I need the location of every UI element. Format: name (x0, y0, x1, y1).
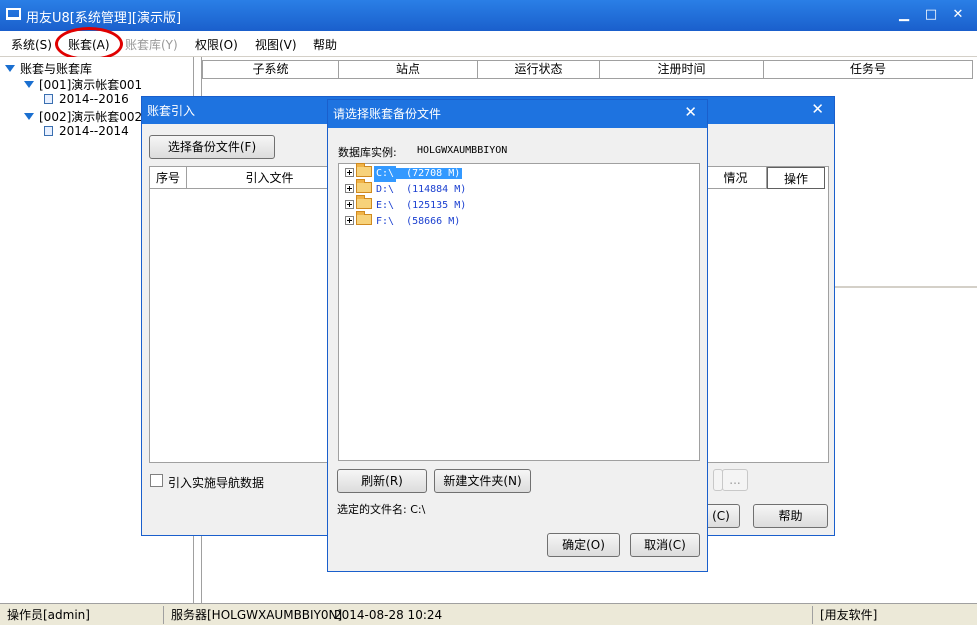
status-company: [用友软件] (820, 608, 878, 622)
drive-name: D:\ (376, 184, 395, 195)
ellipsis-button[interactable]: ... (722, 469, 748, 491)
window-title: 用友U8[系统管理][演示版] (26, 11, 182, 26)
tree-account-001[interactable]: [001]演示帐套001 (24, 76, 142, 93)
drive-name: E:\ (376, 200, 395, 211)
file-dialog-titlebar[interactable]: 请选择账套备份文件 ✕ (328, 100, 707, 128)
drive-name: C:\ (374, 166, 397, 182)
import-col-status: 情况 (705, 167, 767, 189)
status-divider (163, 606, 164, 624)
tree-year-label: 2014--2014 (59, 124, 129, 138)
grid-col-subsystem[interactable]: 子系统 (203, 61, 339, 78)
refresh-button[interactable]: 刷新(R) (337, 469, 427, 493)
drive-size: (58666 M) (406, 216, 461, 227)
menu-account-library[interactable]: 账套库(Y) (125, 36, 178, 53)
grid-col-register-time[interactable]: 注册时间 (600, 61, 764, 78)
tree-account-002[interactable]: [002]演示帐套002 (24, 108, 142, 125)
new-folder-button[interactable]: 新建文件夹(N) (434, 469, 531, 493)
selected-file-label: 选定的文件名: C:\ (337, 503, 426, 516)
folder-icon (356, 195, 372, 209)
grid-col-status[interactable]: 运行状态 (478, 61, 600, 78)
import-col-index: 序号 (150, 167, 187, 189)
app-monitor-icon (6, 8, 21, 20)
import-dialog-close-button[interactable]: ✕ (811, 100, 824, 118)
grid-header: 子系统 站点 运行状态 注册时间 任务号 (202, 60, 973, 79)
drive-f-node[interactable]: F:\ (58666 M) (345, 211, 462, 230)
expand-arrow-icon[interactable] (5, 65, 15, 72)
tree-account-label: [001]演示帐套001 (39, 78, 143, 92)
select-backup-file-button[interactable]: 选择备份文件(F) (149, 135, 275, 159)
status-server: 服务器[HOLGWXAUMBBIY0N] (171, 608, 343, 622)
close-button[interactable]: ✕ (947, 5, 969, 25)
grid-col-task-id[interactable]: 任务号 (764, 61, 972, 78)
db-instance-value: HOLGWXAUMBBIYON (417, 145, 508, 156)
drive-size: (72708 M) (396, 168, 463, 179)
folder-icon (356, 163, 372, 177)
status-datetime: 2014-08-28 10:24 (334, 608, 443, 622)
import-col-action: 操作 (767, 167, 825, 189)
file-dialog-title: 请选择账套备份文件 (333, 107, 442, 121)
tree-year-001[interactable]: 2014--2016 (44, 92, 129, 106)
import-guide-data-label: 引入实施导航数据 (168, 476, 265, 490)
drive-name: F:\ (376, 216, 395, 227)
ok-button[interactable]: 确定(O) (547, 533, 620, 557)
expand-plus-icon[interactable] (345, 216, 354, 225)
title-bar: 用友U8[系统管理][演示版] ▁ □ ✕ (0, 0, 977, 31)
document-icon (44, 126, 53, 136)
expand-plus-icon[interactable] (345, 168, 354, 177)
status-divider (812, 606, 813, 624)
drive-size: (114884 M) (406, 184, 467, 195)
maximize-button[interactable]: □ (920, 5, 942, 25)
menu-system[interactable]: 系统(S) (11, 36, 52, 53)
document-icon (44, 94, 53, 104)
tree-root-label: 账套与账套库 (20, 62, 93, 76)
status-bar: 操作员[admin] 服务器[HOLGWXAUMBBIY0N] 2014-08-… (0, 603, 977, 625)
menu-bar: 系统(S) 账套(A) 账套库(Y) 权限(O) 视图(V) 帮助 (0, 31, 977, 57)
expand-plus-icon[interactable] (345, 200, 354, 209)
tree-year-label: 2014--2016 (59, 92, 129, 106)
expand-plus-icon[interactable] (345, 184, 354, 193)
import-guide-data-checkbox[interactable] (150, 474, 163, 487)
status-operator: 操作员[admin] (7, 608, 90, 622)
menu-permission[interactable]: 权限(O) (195, 36, 238, 53)
tree-root[interactable]: 账套与账套库 (5, 60, 92, 77)
minimize-button[interactable]: ▁ (893, 5, 915, 25)
file-dialog-close-button[interactable]: ✕ (684, 103, 697, 121)
menu-view[interactable]: 视图(V) (255, 36, 297, 53)
tree-year-002[interactable]: 2014--2014 (44, 124, 129, 138)
menu-help[interactable]: 帮助 (313, 36, 337, 53)
expand-arrow-icon[interactable] (24, 81, 34, 88)
cancel-button[interactable]: 取消(C) (630, 533, 700, 557)
import-help-button[interactable]: 帮助 (753, 504, 828, 528)
grid-col-site[interactable]: 站点 (339, 61, 478, 78)
drive-tree: C:\ (72708 M) D:\ (114884 M) E:\ (125135 M)… (338, 163, 700, 461)
highlight-annotation-circle (55, 27, 123, 61)
import-dialog-title: 账套引入 (147, 104, 196, 118)
folder-icon (356, 211, 372, 225)
expand-arrow-icon[interactable] (24, 113, 34, 120)
db-instance-label: 数据库实例: (338, 146, 397, 159)
select-backup-file-dialog: 请选择账套备份文件 ✕ 数据库实例: HOLGWXAUMBBIYON C:\ (7… (327, 99, 708, 572)
drive-size: (125135 M) (406, 200, 467, 211)
tree-account-label: [002]演示帐套002 (39, 110, 143, 124)
folder-icon (356, 179, 372, 193)
